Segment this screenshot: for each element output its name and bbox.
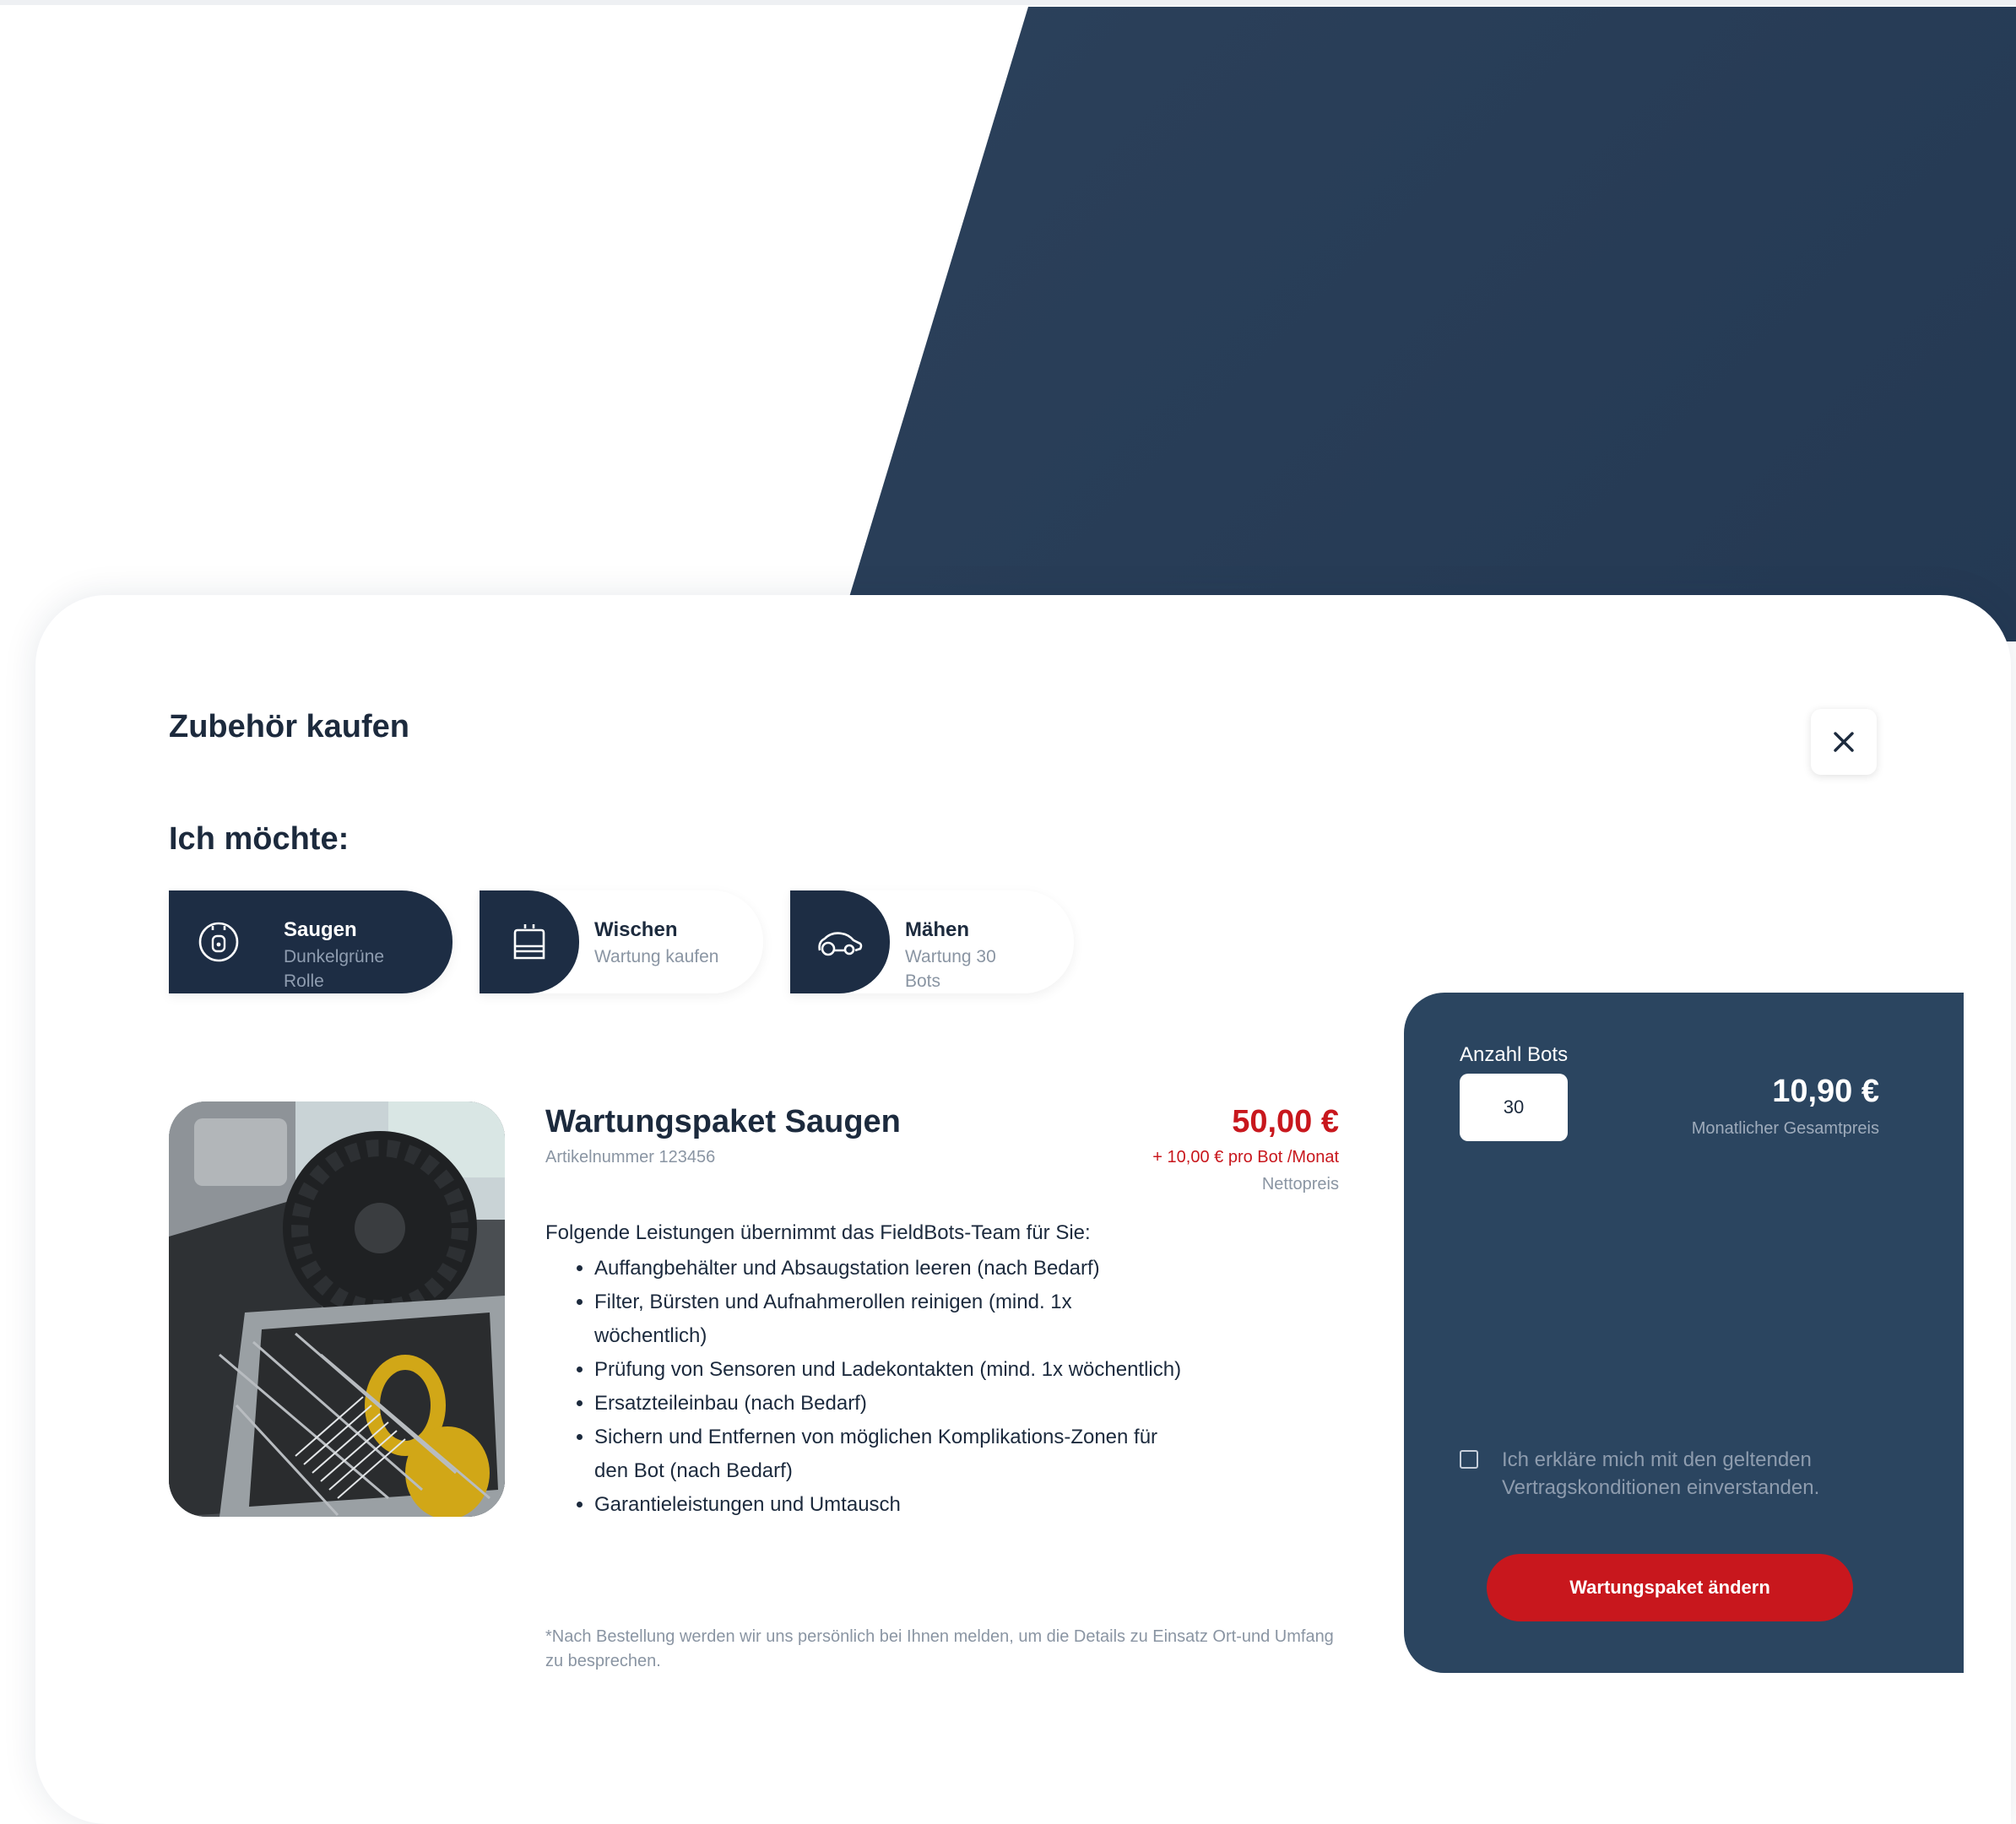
price-note: Nettopreis [1261,1175,1339,1193]
total-price: 10,90 € [1772,1074,1879,1109]
product-price: 50,00 € [1232,1104,1339,1139]
option-subtitle: Dunkelgrüne Rolle [284,947,385,991]
option-subtitle: Wartung kaufen [594,947,719,966]
total-price-label: Monatlicher Gesamtpreis [1691,1119,1879,1138]
option-maehen[interactable]: Mähen Wartung 30 Bots [790,890,1074,993]
list-item: Prüfung von Sensoren und Ladekontakten (… [594,1353,1185,1387]
option-title: Wischen [594,918,678,941]
mop-icon [480,890,579,993]
modal-title: Zubehör kaufen [169,709,410,744]
background-shape [836,7,2016,641]
option-title: Saugen [284,918,357,941]
bots-count-input[interactable] [1460,1074,1568,1141]
price-per-bot: + 10,00 € pro Bot /Monat [1152,1148,1339,1166]
footnote: *Nach Bestellung werden wir uns persönli… [545,1627,1334,1670]
purchase-modal: Zubehör kaufen Ich möchte: Saugen Dunkel… [35,595,2011,1824]
order-panel: Anzahl Bots 10,90 € Monatlicher Gesamtpr… [1404,993,1964,1673]
article-number: Artikelnummer 123456 [545,1148,716,1166]
option-title: Mähen [905,918,970,941]
list-item: Ersatzteileinbau (nach Bedarf) [594,1387,1185,1421]
close-button[interactable] [1811,709,1877,775]
close-icon [1834,732,1854,752]
list-item: Filter, Bürsten und Aufnahmerollen reini… [594,1285,1185,1353]
change-package-button[interactable]: Wartungspaket ändern [1487,1554,1853,1621]
option-wischen[interactable]: Wischen Wartung kaufen [480,890,763,993]
option-subtitle: Wartung 30 Bots [905,947,996,991]
consent-label[interactable]: Ich erkläre mich mit den geltenden Vertr… [1502,1446,1890,1502]
option-saugen[interactable]: Saugen Dunkelgrüne Rolle [169,890,453,993]
list-item: Auffangbehälter und Absaugstation leeren… [594,1252,1185,1285]
top-border [0,0,2016,5]
product-name: Wartungspaket Saugen [545,1104,901,1139]
mower-icon [790,890,890,993]
options-heading: Ich möchte: [169,821,350,857]
list-item: Garantieleistungen und Umtausch [594,1488,1185,1522]
vacuum-robot-icon [169,890,268,993]
consent-checkbox[interactable] [1460,1450,1478,1469]
product-image [169,1101,505,1517]
list-item: Sichern und Entfernen von möglichen Komp… [594,1421,1185,1488]
services-intro: Folgende Leistungen übernimmt das FieldB… [545,1221,1091,1244]
services-list: Auffangbehälter und Absaugstation leeren… [545,1252,1185,1522]
bots-label: Anzahl Bots [1460,1043,1569,1066]
